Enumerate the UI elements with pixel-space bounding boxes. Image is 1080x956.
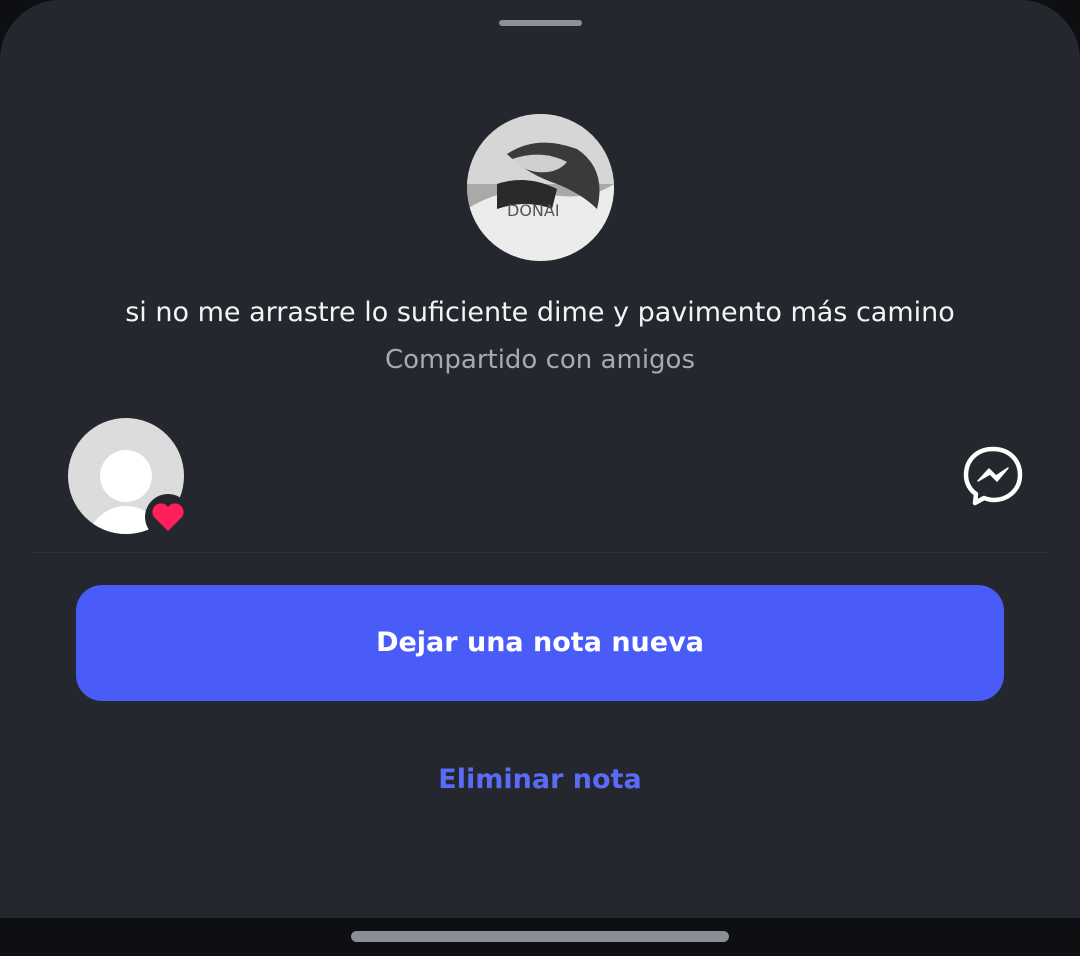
- leave-new-note-button[interactable]: Dejar una nota nueva: [76, 585, 1004, 701]
- note-bottom-sheet: DONAI si no me arrastre lo suficiente di…: [0, 0, 1080, 918]
- note-text: si no me arrastre lo suficiente dime y p…: [125, 297, 955, 328]
- drag-handle[interactable]: [499, 20, 582, 26]
- note-audience: Compartido con amigos: [385, 345, 695, 375]
- reactions-row: [34, 410, 1046, 553]
- messenger-icon[interactable]: [963, 446, 1023, 506]
- heart-icon: [145, 494, 191, 540]
- default-avatar-head: [100, 450, 152, 502]
- delete-note-button[interactable]: Eliminar nota: [0, 760, 1080, 800]
- note-author-photo: DONAI: [467, 114, 614, 261]
- svg-text:DONAI: DONAI: [507, 201, 560, 220]
- home-indicator[interactable]: [351, 931, 729, 942]
